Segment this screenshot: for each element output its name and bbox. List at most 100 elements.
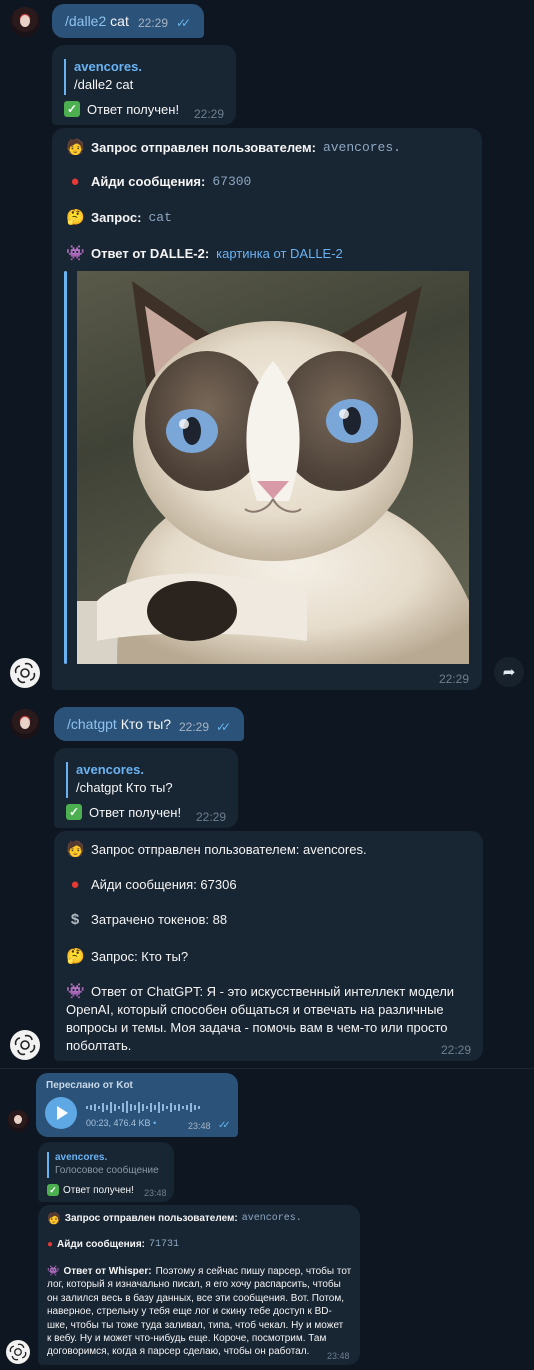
message-text: cat bbox=[110, 13, 129, 29]
generated-cat-image[interactable] bbox=[77, 271, 469, 664]
user-avatar[interactable] bbox=[7, 1110, 29, 1132]
check-emoji: ✓ bbox=[66, 804, 82, 820]
chatgpt-logo-icon bbox=[9, 1343, 27, 1361]
voice-duration: 00:23, 476.4 KB bbox=[86, 1118, 151, 1128]
query-value[interactable]: cat bbox=[149, 210, 172, 225]
reply-quote-text: /chatgpt Кто ты? bbox=[76, 780, 173, 795]
message-time: 23:48 bbox=[144, 1188, 167, 1198]
unplayed-dot: • bbox=[153, 1118, 157, 1128]
bot-message-dalle[interactable]: 🧑 Запрос отправлен пользователем: avenco… bbox=[52, 128, 482, 690]
id-value[interactable]: 67300 bbox=[212, 174, 251, 189]
answer-line: поболтать. bbox=[66, 1038, 132, 1053]
reply-author: avencores. bbox=[76, 762, 144, 777]
message-time: 22:29 bbox=[194, 107, 225, 121]
bot-message-whisper[interactable]: 🧑 Запрос отправлен пользователем: avenco… bbox=[38, 1205, 360, 1365]
chatgpt-avatar[interactable] bbox=[6, 1340, 30, 1364]
reply-quote[interactable]: avencores. Голосовое сообщение bbox=[47, 1152, 159, 1178]
id-value[interactable]: 71731 bbox=[149, 1239, 179, 1250]
id-line: Айди сообщения: 67306 bbox=[91, 877, 237, 892]
message-time: 22:29 bbox=[439, 672, 470, 686]
check-emoji: ✓ bbox=[47, 1184, 59, 1196]
waveform[interactable] bbox=[86, 1100, 206, 1114]
command-link[interactable]: /chatgpt bbox=[67, 716, 117, 732]
outgoing-message-dalle2[interactable]: /dalle2 cat 22:29 ✓✓ bbox=[52, 4, 204, 38]
reply-author: avencores. bbox=[55, 1152, 108, 1163]
sent-by-user[interactable]: avencores. bbox=[242, 1213, 302, 1224]
chatgpt-logo-icon bbox=[14, 1034, 36, 1056]
answer-line: OpenAI, который способен общаться и отве… bbox=[66, 1002, 444, 1017]
chatgpt-logo-icon bbox=[14, 662, 36, 684]
outgoing-message-chatgpt[interactable]: /chatgpt Кто ты? 22:29 ✓✓ bbox=[54, 707, 244, 741]
reply-quote[interactable]: avencores. /chatgpt Кто ты? bbox=[66, 762, 173, 798]
answer-label: Ответ от DALLE-2: bbox=[91, 245, 210, 261]
bot-message-chatgpt[interactable]: 🧑 Запрос отправлен пользователем: avenco… bbox=[54, 831, 483, 1061]
bot-reply-status[interactable]: avencores. Голосовое сообщение ✓ Ответ п… bbox=[38, 1142, 174, 1202]
bot-reply-status[interactable]: avencores. /chatgpt Кто ты? ✓ Ответ полу… bbox=[54, 748, 238, 828]
answer-line: лог, который я изначально писал, я его х… bbox=[47, 1279, 341, 1291]
answer-text: 👾 Ответ от ChatGPT: Я - это искусственный… bbox=[66, 983, 454, 1055]
bot-reply-status[interactable]: avencores. /dalle2 cat ✓ Ответ получен! … bbox=[52, 45, 236, 125]
message-time: 23:48 bbox=[327, 1351, 350, 1361]
forwarded-from[interactable]: Переслано от Kot bbox=[46, 1080, 133, 1091]
message-text: Кто ты? bbox=[120, 716, 172, 732]
answer-line: наверное, стрельну у тебя еще лог и скин… bbox=[47, 1306, 332, 1318]
tokens-line: Затрачено токенов: 88 bbox=[91, 912, 228, 927]
dollar-emoji: $ bbox=[70, 911, 80, 928]
face-emoji: 🧑 bbox=[47, 1213, 61, 1225]
cat-illustration bbox=[77, 281, 469, 664]
sent-by-label: Запрос отправлен пользователем: bbox=[91, 139, 316, 155]
pin-emoji: ● bbox=[47, 1239, 54, 1250]
status-text: Ответ получен! bbox=[89, 804, 182, 820]
reply-quote-text: /dalle2 cat bbox=[74, 77, 134, 92]
alien-emoji: 👾 bbox=[66, 245, 85, 262]
forwarded-voice-message[interactable]: Переслано от Kot 00:23, 476.4 KB • 23:48… bbox=[36, 1073, 238, 1137]
face-emoji: 🧑 bbox=[66, 841, 85, 858]
sent-by-line: Запрос отправлен пользователем: avencore… bbox=[91, 841, 367, 857]
play-icon[interactable] bbox=[45, 1097, 77, 1129]
answer-text: 👾 Ответ от Whisper: Поэтому я сейчас пишу … bbox=[47, 1265, 351, 1359]
message-time: 22:29 bbox=[179, 720, 210, 734]
answer-label: Ответ от Whisper: bbox=[63, 1266, 152, 1277]
answer-line: он залился весь в базу данных, все эти с… bbox=[47, 1292, 345, 1304]
alien-emoji: 👾 bbox=[47, 1266, 60, 1277]
answer-line: шке, чтобы ты тоже туда заливал, типа, ч… bbox=[47, 1319, 344, 1331]
alien-emoji: 👾 bbox=[66, 983, 85, 1000]
message-time: 22:29 bbox=[441, 1043, 472, 1057]
user-avatar[interactable] bbox=[10, 7, 40, 37]
id-label: Айди сообщения: bbox=[57, 1239, 145, 1250]
answer-line: Поэтому я сейчас пишу парсер, чтобы тот bbox=[155, 1266, 352, 1277]
forward-icon[interactable]: ➦ bbox=[494, 657, 524, 687]
id-label: Айди сообщения: bbox=[91, 174, 206, 189]
answer-line: вопросы и темы. Моя задача - помочь вам … bbox=[66, 1020, 448, 1035]
check-emoji: ✓ bbox=[64, 101, 80, 117]
double-check-icon: ✓✓ bbox=[176, 16, 191, 30]
user-avatar[interactable] bbox=[10, 709, 40, 739]
answer-link[interactable]: картинка от DALLE-2 bbox=[216, 246, 343, 261]
pin-emoji: ● bbox=[70, 876, 80, 893]
chatgpt-avatar[interactable] bbox=[10, 658, 40, 688]
query-line: Запрос: Кто ты? bbox=[91, 948, 189, 964]
message-time: 22:29 bbox=[138, 16, 169, 30]
answer-line: договоримся, когда я парсер сделаю, чтоб… bbox=[47, 1346, 310, 1358]
face-emoji: 🧑 bbox=[66, 139, 85, 156]
reply-quote[interactable]: avencores. /dalle2 cat bbox=[64, 59, 142, 95]
double-check-icon: ✓✓ bbox=[218, 1120, 231, 1131]
pin-emoji: ● bbox=[70, 173, 80, 190]
query-label: Запрос: bbox=[91, 209, 142, 225]
status-text: Ответ получен! bbox=[63, 1184, 134, 1196]
sent-by-label: Запрос отправлен пользователем: bbox=[64, 1213, 238, 1224]
section-divider bbox=[0, 1068, 534, 1069]
message-time: 23:48 bbox=[188, 1121, 211, 1131]
thinking-emoji: 🤔 bbox=[66, 209, 85, 226]
double-check-icon: ✓✓ bbox=[216, 720, 231, 734]
chatgpt-avatar[interactable] bbox=[10, 1030, 40, 1060]
reply-author: avencores. bbox=[74, 59, 142, 74]
sent-by-user[interactable]: avencores. bbox=[323, 140, 401, 155]
message-time: 22:29 bbox=[196, 810, 227, 824]
answer-line: к вебу. Ну и может что-нибудь еще. Короч… bbox=[47, 1333, 327, 1345]
reply-quote-text: Голосовое сообщение bbox=[55, 1165, 159, 1176]
status-text: Ответ получен! bbox=[87, 101, 180, 117]
answer-line: Ответ от ChatGPT: Я - это искусственный … bbox=[91, 984, 455, 999]
thinking-emoji: 🤔 bbox=[66, 948, 85, 965]
command-link[interactable]: /dalle2 bbox=[65, 13, 106, 29]
